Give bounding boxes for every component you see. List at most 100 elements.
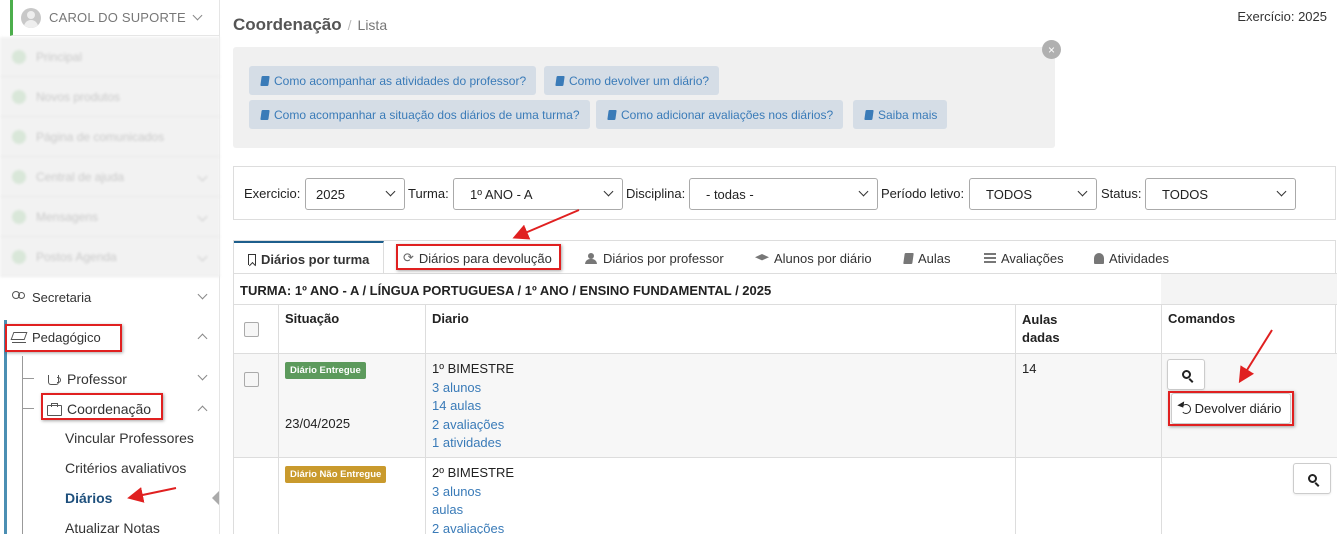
- chevron-down-icon: [197, 171, 208, 182]
- select-all-checkbox[interactable]: [244, 322, 259, 337]
- megaphone-icon: [12, 129, 26, 144]
- aulas-link[interactable]: 14 aulas: [432, 397, 1009, 416]
- main-content: Coordenação / Lista Exercício: 2025 Como a…: [220, 0, 1337, 534]
- book-icon: [260, 109, 270, 120]
- view-button[interactable]: [1167, 359, 1205, 390]
- sidebar-item-mensagens[interactable]: Mensagens: [0, 197, 220, 237]
- tab-label: Diários para devolução: [418, 250, 552, 266]
- sidebar-subitem-criterios[interactable]: Critérios avaliativos: [65, 460, 186, 476]
- chevron-down-icon: [197, 251, 208, 262]
- help-button-devolver[interactable]: Como devolver um diário?: [544, 66, 720, 95]
- sidebar-item-novos-produtos[interactable]: Novos produtos: [0, 77, 220, 117]
- avaliacoes-link[interactable]: 2 avaliações: [432, 520, 1009, 534]
- chevron-up-icon: [197, 333, 208, 344]
- sidebar-item-central-ajuda[interactable]: Central de ajuda: [0, 157, 220, 197]
- chevron-down-icon: [197, 289, 208, 300]
- tab-diarios-por-turma[interactable]: Diários por turma: [234, 241, 385, 276]
- close-icon[interactable]: ×: [1042, 40, 1061, 59]
- sidebar-item-label: Pedagógico: [32, 329, 101, 345]
- filter-label-turma: Turma:: [408, 186, 449, 201]
- users-icon: [584, 253, 598, 264]
- list-icon: [984, 253, 996, 263]
- aulas-dadas-value: 14: [1022, 361, 1037, 376]
- comandos-cell: Devolver diário: [1161, 354, 1337, 457]
- help-button-situacao[interactable]: Como acompanhar a situação dos diários d…: [249, 100, 590, 129]
- help-button-saiba-mais[interactable]: Saiba mais: [853, 100, 948, 129]
- sidebar-item-label: Novos produtos: [36, 89, 121, 104]
- turma-select[interactable]: 1º ANO - A: [453, 178, 623, 210]
- help-button-atividades[interactable]: Como acompanhar as atividades do profess…: [249, 66, 537, 95]
- sidebar-item-comunicados[interactable]: Página de comunicados: [0, 117, 220, 157]
- atividades-link[interactable]: 1 atividades: [432, 434, 1009, 453]
- exercicio-select[interactable]: 2025: [305, 178, 405, 210]
- sidebar-item-pedagogico[interactable]: Pedagógico: [0, 327, 220, 347]
- situacao-cell: Diário Entregue 23/04/2025: [278, 354, 425, 457]
- chevron-down-icon: [192, 10, 203, 21]
- view-button[interactable]: [1293, 463, 1331, 494]
- header-text: Aulas: [1022, 312, 1058, 327]
- user-menu[interactable]: CAROL DO SUPORTE: [10, 0, 220, 36]
- tab-bar: Diários por turma ⟳ Diários para devoluçã…: [233, 240, 1336, 276]
- tab-diarios-por-professor[interactable]: Diários por professor: [584, 241, 724, 275]
- turma-heading: TURMA: 1º ANO - A / LÍNGUA PORTUGUESA / …: [234, 273, 1161, 304]
- tab-alunos-por-diario[interactable]: Alunos por diário: [755, 241, 872, 275]
- tab-diarios-para-devolucao[interactable]: ⟳ Diários para devolução: [403, 241, 552, 275]
- help-button-avaliacoes[interactable]: Como adicionar avaliações nos diários?: [596, 100, 844, 129]
- filter-bar: Exercicio: 2025 Turma: 1º ANO - A Discip…: [233, 166, 1336, 220]
- button-label: Devolver diário: [1194, 401, 1282, 416]
- sidebar-subitem-atualizar-notas[interactable]: Atualizar Notas: [65, 520, 160, 534]
- book-icon: [607, 109, 617, 120]
- periodo-select[interactable]: TODOS: [969, 178, 1097, 210]
- row-checkbox[interactable]: [244, 372, 259, 387]
- chevron-down-icon: [197, 370, 208, 381]
- users-icon: [12, 291, 26, 303]
- sidebar-item-label: Mensagens: [36, 209, 99, 224]
- sidebar-item-principal[interactable]: Principal: [0, 37, 220, 77]
- sidebar-item-secretaria[interactable]: Secretaria: [0, 287, 220, 307]
- periodo-label: 1º BIMESTRE: [432, 361, 515, 376]
- tab-aulas[interactable]: Aulas: [903, 241, 951, 275]
- page-title[interactable]: Coordenação: [233, 15, 342, 34]
- collapse-indicator-icon: [212, 491, 219, 505]
- status-select[interactable]: TODOS: [1145, 178, 1296, 210]
- alunos-link[interactable]: 3 alunos: [432, 379, 1009, 398]
- table-row: Diário Não Entregue 2º BIMESTRE 3 alunos…: [234, 457, 1337, 534]
- entrega-date: 23/04/2025: [285, 416, 351, 431]
- header-comandos: Comandos: [1161, 305, 1337, 353]
- sidebar-item-agenda[interactable]: Postos Agenda: [0, 237, 220, 277]
- sidebar-subitem-diarios[interactable]: Diários: [65, 490, 112, 506]
- sidebar-item-label: Postos Agenda: [36, 249, 117, 264]
- table-header-row: Situação Diario Aulas dadas Comandos: [234, 304, 1337, 353]
- breadcrumb: Coordenação / Lista: [233, 15, 387, 35]
- chevron-down-icon: [1276, 186, 1287, 197]
- select-value: TODOS: [1162, 186, 1208, 202]
- filter-label-periodo: Período letivo:: [881, 186, 965, 201]
- tab-avaliacoes[interactable]: Avaliações: [984, 241, 1064, 275]
- avaliacoes-link[interactable]: 2 avaliações: [432, 416, 1009, 435]
- devolver-diario-button[interactable]: Devolver diário: [1171, 393, 1291, 424]
- tab-atividades[interactable]: Atividades: [1094, 241, 1169, 275]
- tab-label: Aulas: [918, 250, 951, 266]
- aulas-dadas-cell: [1015, 458, 1161, 534]
- sidebar-item-professor[interactable]: Professor: [0, 369, 220, 389]
- breadcrumb-current: Lista: [357, 17, 388, 33]
- disciplina-select[interactable]: - todas -: [689, 178, 878, 210]
- active-section-rail: [4, 320, 7, 534]
- help-button-label: Saiba mais: [878, 107, 938, 122]
- row-checkbox-cell: [234, 458, 278, 534]
- alunos-link[interactable]: 3 alunos: [432, 483, 1009, 502]
- coffee-icon: [47, 373, 61, 385]
- turma-heading-fill: [1161, 273, 1337, 304]
- status-badge: Diário Não Entregue: [285, 466, 387, 483]
- periodo-label: 2º BIMESTRE: [432, 465, 515, 480]
- table-row: Diário Entregue 23/04/2025 1º BIMESTRE 3…: [234, 353, 1337, 457]
- sidebar-item-label: Coordenação: [67, 401, 152, 417]
- tab-label: Avaliações: [1001, 250, 1064, 266]
- sidebar: CAROL DO SUPORTE Principal Novos produto…: [0, 0, 220, 534]
- sidebar-subitem-vincular[interactable]: Vincular Professores: [65, 430, 194, 446]
- aulas-link[interactable]: aulas: [432, 501, 1009, 520]
- sidebar-item-coordenacao[interactable]: Coordenação: [0, 399, 220, 419]
- help-button-label: Como adicionar avaliações nos diários?: [621, 107, 834, 122]
- chevron-up-icon: [197, 405, 208, 416]
- row-checkbox-cell: [234, 354, 278, 457]
